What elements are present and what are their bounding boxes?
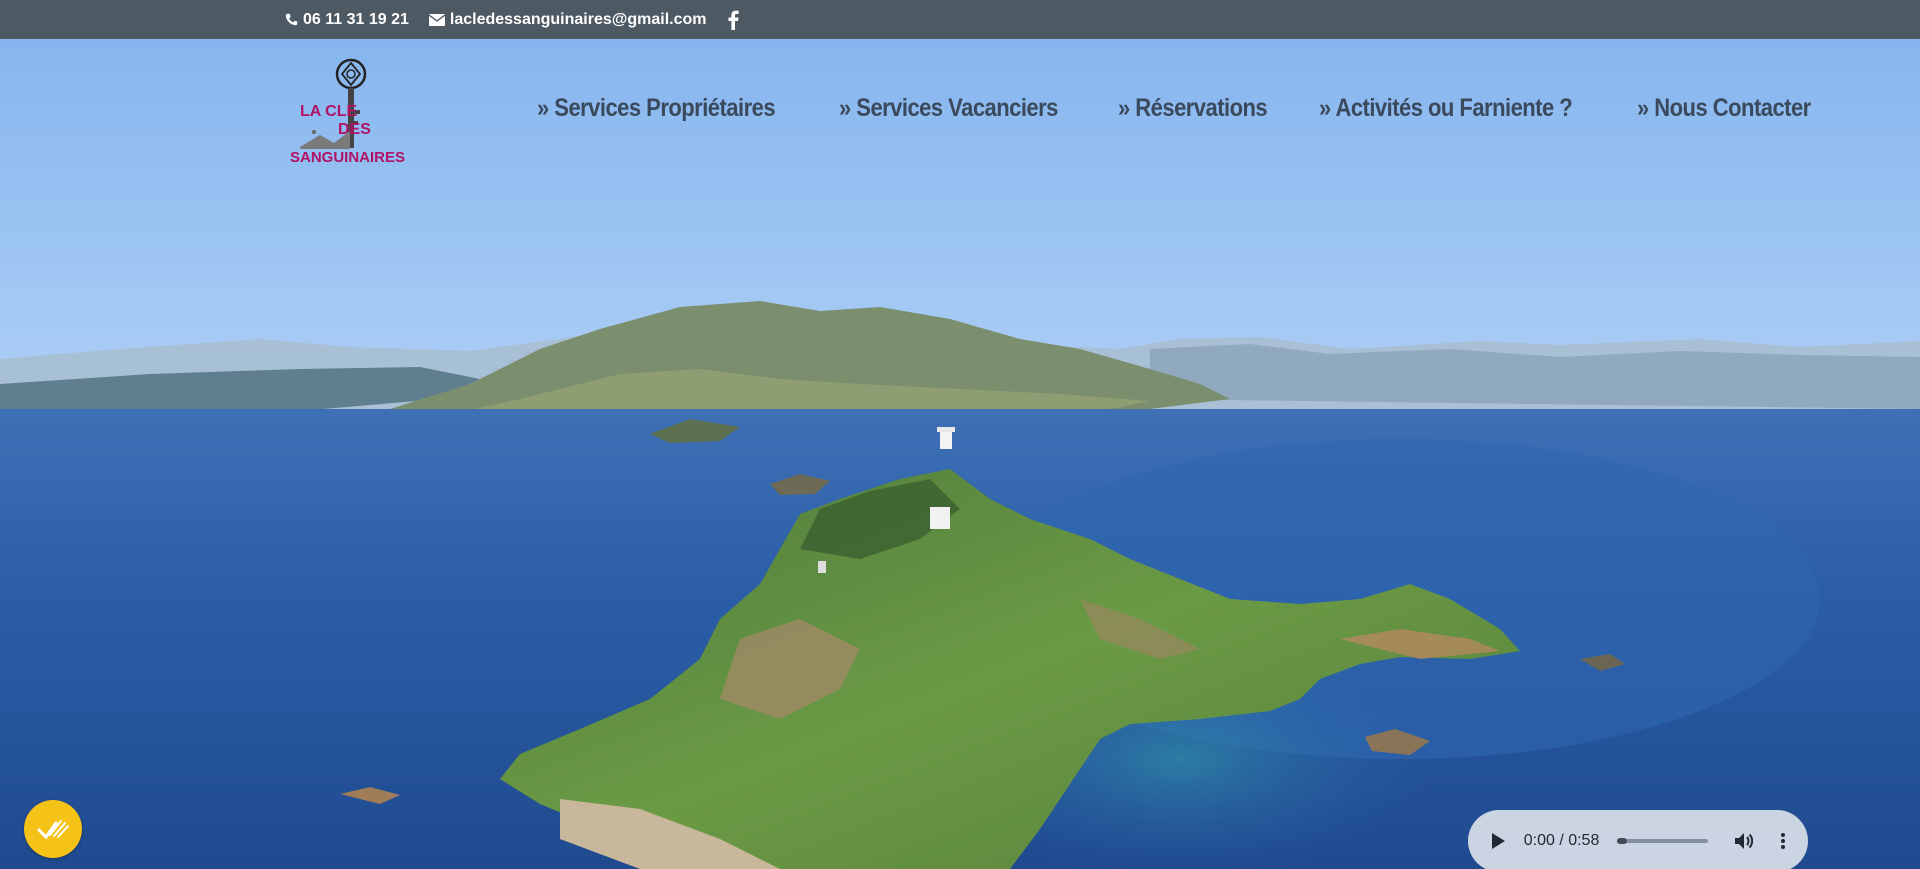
audio-time: 0:00 / 0:58 xyxy=(1523,832,1600,849)
audio-progress-slider[interactable] xyxy=(1617,838,1708,844)
phone-contact[interactable]: 06 11 31 19 21 xyxy=(285,11,409,29)
main-navigation: » Services Propriétaires » Services Vaca… xyxy=(537,94,1835,123)
nav-nous-contacter[interactable]: » Nous Contacter xyxy=(1637,94,1811,123)
hero-background-image xyxy=(0,39,1920,869)
volume-icon[interactable] xyxy=(1734,832,1754,850)
envelope-icon xyxy=(428,13,445,26)
island-landscape-image xyxy=(0,39,1920,869)
email-address[interactable]: lacledessanguinaires@gmail.com xyxy=(450,11,707,29)
accessibility-badge-button[interactable] xyxy=(24,800,82,858)
logo-text-line1: LA CLE DES xyxy=(300,103,371,138)
email-contact[interactable]: lacledessanguinaires@gmail.com xyxy=(428,11,707,29)
nav-services-proprietaires[interactable]: » Services Propriétaires xyxy=(537,94,776,123)
phone-number[interactable]: 06 11 31 19 21 xyxy=(303,11,409,29)
phone-icon xyxy=(285,13,298,26)
site-logo[interactable]: LA CLE DES SANGUINAIRES xyxy=(290,55,420,170)
play-icon[interactable] xyxy=(1490,832,1508,850)
facebook-icon[interactable] xyxy=(728,10,740,30)
audio-progress-knob[interactable] xyxy=(1617,838,1628,844)
check-marks-icon xyxy=(37,820,69,840)
nav-services-vacanciers[interactable]: » Services Vacanciers xyxy=(839,94,1058,123)
nav-activites-farniente[interactable]: » Activités ou Farniente ? xyxy=(1319,94,1573,123)
logo-text-line2: SANGUINAIRES xyxy=(290,149,406,166)
audio-player: 0:00 / 0:58 xyxy=(1468,810,1808,869)
top-contact-bar: 06 11 31 19 21 lacledessanguinaires@gmai… xyxy=(0,0,1920,39)
nav-reservations[interactable]: » Réservations xyxy=(1118,94,1268,123)
more-vert-icon[interactable] xyxy=(1780,832,1786,850)
